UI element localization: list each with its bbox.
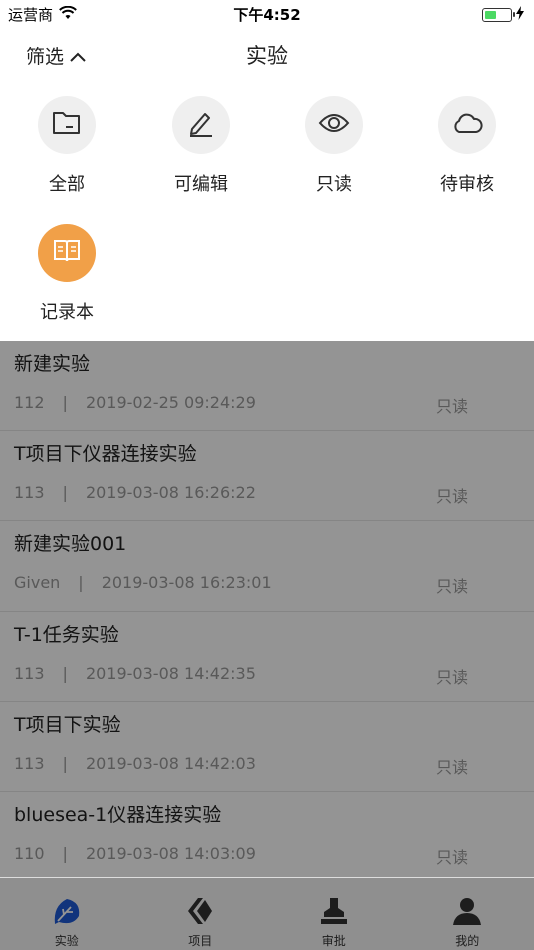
filter-option-label: 全部 [49, 174, 85, 195]
stamp-icon [317, 894, 351, 928]
tab-bar: 实验 项目 审批 我的 [0, 877, 534, 950]
filter-option-editable[interactable]: 可编辑 [134, 96, 268, 196]
dim-overlay[interactable] [0, 341, 534, 877]
eye-icon [318, 112, 350, 138]
filter-option-label: 记录本 [40, 302, 94, 323]
nav-bar: 筛选 实验 [0, 28, 534, 80]
status-time: 下午4:52 [233, 6, 301, 24]
pencil-icon [186, 109, 216, 141]
app-screen: 运营商 下午4:52 筛选 实验 全部 可编辑 只读 待审核 记录本 新建实验 … [0, 0, 534, 950]
filter-option-readonly[interactable]: 只读 [267, 96, 401, 196]
page-title: 实验 [246, 44, 288, 68]
tab-label: 实验 [54, 934, 79, 948]
charging-icon [516, 6, 524, 24]
tab-mine[interactable]: 我的 [401, 878, 534, 950]
tab-experiments[interactable]: 实验 [0, 878, 134, 950]
tab-label: 项目 [188, 934, 213, 948]
filter-option-label: 待审核 [440, 174, 494, 195]
tab-approvals[interactable]: 审批 [267, 878, 401, 950]
cloud-icon [451, 112, 483, 138]
person-icon [450, 894, 484, 928]
experiment-list: 新建实验 112 | 2019-02-25 09:24:29 只读 T项目下仪器连接… [0, 341, 534, 877]
notebook-icon [52, 238, 82, 268]
folder-icon [52, 110, 82, 140]
filter-option-label: 只读 [316, 174, 352, 195]
filter-option-label: 可编辑 [174, 174, 228, 195]
status-bar: 运营商 下午4:52 [0, 0, 534, 28]
tab-label: 审批 [321, 934, 346, 948]
tab-label: 我的 [455, 934, 480, 948]
filter-option-notebook[interactable]: 记录本 [0, 224, 134, 324]
leaf-icon [50, 894, 84, 928]
filter-panel: 全部 可编辑 只读 待审核 记录本 [0, 80, 534, 341]
layers-icon [183, 894, 217, 928]
battery-icon [482, 8, 515, 22]
filter-option-pending[interactable]: 待审核 [400, 96, 534, 196]
filter-option-all[interactable]: 全部 [0, 96, 134, 196]
tab-projects[interactable]: 项目 [134, 878, 268, 950]
